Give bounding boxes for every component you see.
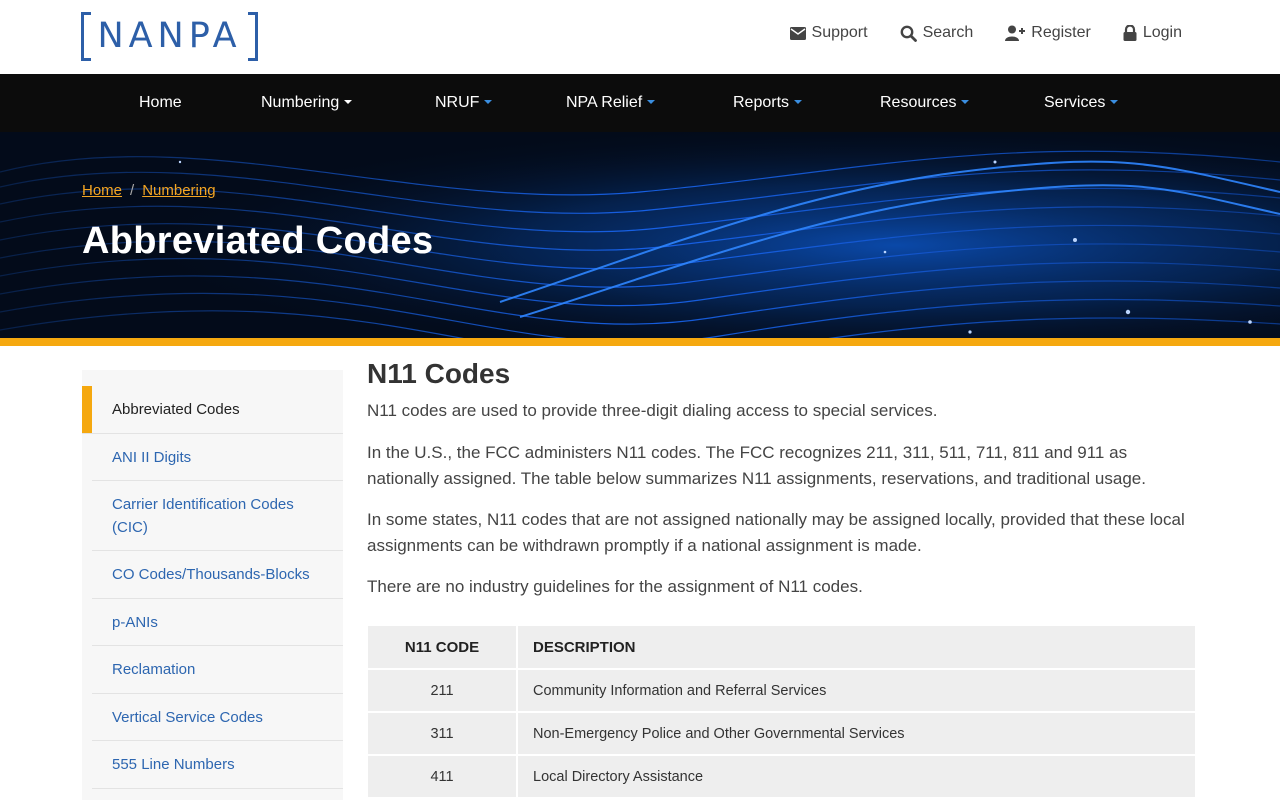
breadcrumb-numbering-link[interactable]: Numbering (142, 182, 215, 199)
logo-bracket-right (248, 12, 258, 61)
breadcrumb-separator: / (130, 182, 135, 199)
sidebar-item-vertical-service-codes[interactable]: Vertical Service Codes (92, 694, 343, 741)
fcc-paragraph: In the U.S., the FCC administers N11 cod… (367, 443, 1146, 488)
nanpa-logo[interactable]: NANPA (81, 12, 258, 62)
caret-down-icon (961, 100, 970, 104)
nav-reports[interactable]: Reports (733, 74, 803, 132)
local-assignment-paragraph: In some states, N11 codes that are not a… (367, 510, 1185, 555)
caret-down-icon (1110, 100, 1119, 104)
nav-home[interactable]: Home (139, 74, 182, 132)
sidebar-item-abbreviated-codes[interactable]: Abbreviated Codes (82, 386, 343, 434)
sidebar-item-label: p-ANIs (112, 613, 158, 631)
sidebar-item-555-line-numbers[interactable]: 555 Line Numbers (92, 741, 343, 789)
table-row: 311 Non-Emergency Police and Other Gover… (368, 712, 1197, 756)
nav-services-label: Services (1044, 94, 1106, 111)
sidebar-item-label: Reclamation (112, 661, 196, 678)
login-link[interactable]: Login (1123, 24, 1182, 42)
sidebar-item-label: CO Codes/Thousands-Blocks (112, 566, 310, 583)
login-label: Login (1142, 24, 1182, 41)
caret-down-icon (344, 100, 353, 104)
breadcrumb: Home / Numbering (82, 182, 216, 199)
description-cell: Non-Emergency Police and Other Governmen… (517, 712, 1197, 756)
table-row: 211 Community Information and Referral S… (368, 669, 1197, 713)
sidebar-item-label: 555 Line Numbers (112, 756, 235, 773)
nav-numbering[interactable]: Numbering (261, 74, 353, 132)
nav-services[interactable]: Services (1044, 74, 1119, 132)
envelope-icon (789, 26, 806, 40)
sidebar-item-p-anis[interactable]: p-ANIs (92, 599, 343, 646)
sidebar-item-label: Vertical Service Codes (112, 708, 263, 726)
page-title: Abbreviated Codes (82, 220, 434, 262)
logo-text: NANPA (97, 16, 242, 56)
nav-resources-label: Resources (880, 94, 957, 111)
caret-down-icon (484, 100, 493, 104)
n11-code-cell: 411 (368, 755, 518, 799)
user-plus-icon (1005, 25, 1026, 41)
page-hero: Home / Numbering Abbreviated Codes (0, 132, 1280, 338)
sidebar-item-ani-ii-digits[interactable]: ANI II Digits (92, 434, 343, 481)
support-link[interactable]: Support (789, 24, 868, 42)
caret-down-icon (647, 100, 656, 104)
intro-paragraph: N11 codes are used to provide three-digi… (367, 401, 938, 420)
hero-gold-divider (0, 338, 1280, 346)
breadcrumb-home-link[interactable]: Home (82, 182, 122, 199)
sidebar-item-cic[interactable]: Carrier Identification Codes (CIC) (92, 481, 343, 551)
sidebar-item-reclamation[interactable]: Reclamation (92, 646, 343, 694)
register-link[interactable]: Register (1005, 24, 1091, 42)
sidebar-item-co-codes[interactable]: CO Codes/Thousands-Blocks (92, 551, 343, 599)
support-label: Support (811, 24, 868, 41)
sidebar-item-label: Abbreviated Codes (112, 401, 240, 418)
search-label: Search (922, 24, 974, 41)
nav-numbering-label: Numbering (261, 94, 340, 111)
search-link[interactable]: Search (900, 24, 974, 42)
table-row: 411 Local Directory Assistance (368, 755, 1197, 799)
nav-home-label: Home (139, 94, 182, 111)
nav-resources[interactable]: Resources (880, 74, 970, 132)
sidebar-item-label: ANI II Digits (112, 448, 192, 466)
nav-npa-relief-label: NPA Relief (566, 94, 643, 111)
description-cell: Local Directory Assistance (517, 755, 1197, 799)
register-label: Register (1031, 24, 1091, 41)
guidelines-paragraph: There are no industry guidelines for the… (367, 577, 863, 596)
search-icon (900, 25, 917, 42)
nav-nruf-label: NRUF (435, 94, 480, 111)
n11-code-cell: 311 (368, 712, 518, 756)
sidebar-item-label: Carrier Identification Codes (CIC) (112, 495, 294, 536)
main-content: N11 Codes N11 codes are used to provide … (367, 357, 1197, 596)
utility-nav: Support Search Register Login (789, 24, 1182, 42)
section-heading: N11 Codes (367, 358, 511, 389)
caret-down-icon (794, 100, 803, 104)
lock-icon (1123, 25, 1137, 41)
table-header-row: N11 CODE DESCRIPTION (368, 626, 1197, 670)
description-cell: Community Information and Referral Servi… (517, 669, 1197, 713)
top-header: NANPA Support Search Register Login (0, 0, 1280, 74)
n11-codes-table: N11 CODE DESCRIPTION 211 Community Infor… (368, 626, 1197, 799)
nav-npa-relief[interactable]: NPA Relief (566, 74, 656, 132)
column-header-description: DESCRIPTION (517, 626, 1197, 670)
column-header-n11-code: N11 CODE (368, 626, 518, 670)
section-sidebar: Abbreviated Codes ANI II Digits Carrier … (82, 370, 343, 800)
nav-reports-label: Reports (733, 94, 790, 111)
n11-code-cell: 211 (368, 669, 518, 713)
nav-nruf[interactable]: NRUF (435, 74, 493, 132)
main-nav: Home Numbering NRUF NPA Relief Reports R… (0, 74, 1280, 132)
logo-bracket-left (81, 12, 91, 61)
